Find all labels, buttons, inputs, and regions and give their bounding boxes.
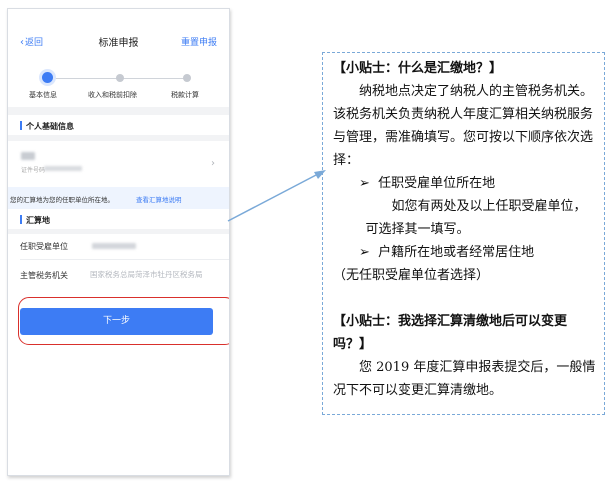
tip-option: ➢ 户籍所在地或者经常居住地	[333, 241, 598, 264]
pointer-line	[227, 173, 319, 222]
tip-body: 您 2019 年度汇算申报表提交后，一般情况下不可以变更汇算清缴地。	[333, 360, 596, 398]
bullet-arrow-icon: ➢	[359, 245, 370, 260]
tip-title: 【小贴士：我选择汇算清缴地后可以变更吗？】	[333, 314, 568, 352]
tips-box: 【小贴士：什么是汇缴地？】 纳税地点决定了纳税人的主管税务机关。该税务机关负责纳…	[322, 52, 605, 415]
option-label: 任职受雇单位所在地	[378, 176, 496, 191]
option-detail: （无任职受雇单位者选择）	[333, 268, 490, 283]
tip-intro: 纳税地点决定了纳税人的主管税务机关。该税务机关负责纳税人年度汇算相关纳税服务与管…	[333, 84, 594, 168]
option-detail: 如您有两处及以上任职受雇单位，可选择其一填写。	[365, 199, 587, 237]
tip-option: ➢ 任职受雇单位所在地	[333, 172, 598, 195]
option-label: 户籍所在地或者经常居住地	[378, 245, 535, 260]
bullet-arrow-icon: ➢	[359, 176, 370, 191]
tip-title: 【小贴士：什么是汇缴地？】	[333, 61, 503, 76]
